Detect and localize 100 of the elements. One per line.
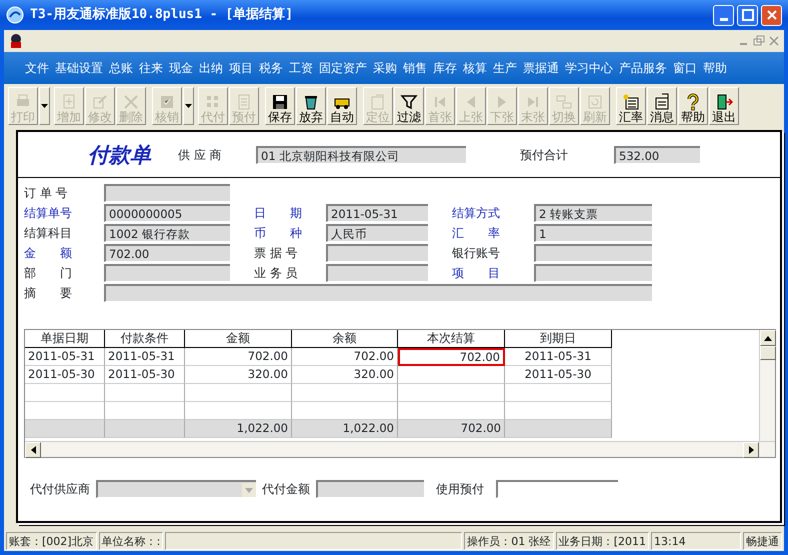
input-field[interactable]	[534, 264, 652, 282]
input-field[interactable]	[104, 284, 652, 302]
table-cell[interactable]: 2011-05-30	[105, 366, 185, 384]
scroll-up-button[interactable]	[760, 330, 776, 346]
field-label: 金 额	[24, 245, 73, 262]
toolbar-button[interactable]: 帮助	[678, 87, 708, 125]
input-field[interactable]	[326, 264, 428, 282]
input-field[interactable]	[104, 264, 230, 282]
input-field[interactable]: 0000000005	[104, 204, 230, 222]
window-title: T3-用友通标准版10.8plus1 - [单据结算]	[30, 6, 294, 24]
column-header[interactable]: 付款条件	[105, 330, 185, 348]
table-cell[interactable]: 702.00	[185, 348, 292, 366]
menu-item[interactable]: 采购	[370, 59, 400, 77]
menu-item[interactable]: 学习中心	[562, 59, 616, 77]
menu-item[interactable]: 现金	[166, 59, 196, 77]
menu-item[interactable]: 库存	[430, 59, 460, 77]
app-logo-icon	[6, 6, 24, 24]
table-cell[interactable]: 2011-05-30	[505, 366, 612, 384]
input-field[interactable]: 1002 银行存款	[104, 224, 230, 242]
column-header[interactable]: 金额	[185, 330, 292, 348]
menu-item[interactable]: 核算	[460, 59, 490, 77]
input-field[interactable]: 702.00	[104, 244, 230, 262]
menu-item[interactable]: 项目	[226, 59, 256, 77]
menu-item[interactable]: 文件	[22, 59, 52, 77]
right-arrow-icon	[748, 446, 754, 454]
menu-item[interactable]: 总账	[106, 59, 136, 77]
input-field[interactable]	[104, 184, 230, 202]
restore-icon[interactable]	[753, 35, 765, 47]
menu-item[interactable]: 出纳	[196, 59, 226, 77]
table-cell[interactable]: 2011-05-30	[25, 366, 105, 384]
close-icon[interactable]	[768, 35, 780, 47]
menu-item[interactable]: 帮助	[700, 59, 730, 77]
table-cell[interactable]: 2011-05-31	[505, 348, 612, 366]
scroll-left-button[interactable]	[25, 442, 41, 458]
scrollbar-thumb[interactable]	[760, 346, 776, 360]
menu-item[interactable]: 销售	[400, 59, 430, 77]
menu-item[interactable]: 固定资产	[316, 59, 370, 77]
prepaid-total-field[interactable]: 532.00	[614, 146, 700, 164]
up-arrow-icon	[764, 336, 772, 340]
column-header[interactable]: 余额	[292, 330, 398, 348]
form-title: 付款单	[88, 140, 152, 169]
field-label: 订 单 号	[24, 185, 69, 202]
table-cell[interactable]: 2011-05-31	[25, 348, 105, 366]
input-field[interactable]	[326, 244, 428, 262]
status-text: 13:14	[651, 532, 741, 550]
scroll-right-button[interactable]	[743, 442, 759, 458]
input-field[interactable]	[316, 480, 424, 498]
supplier-field[interactable]: 01 北京朝阳科技有限公司	[256, 146, 466, 164]
toolbar-button[interactable]: 放弃	[296, 87, 326, 125]
menu-item[interactable]: 基础设置	[52, 59, 106, 77]
toolbar-button[interactable]: 汇率	[616, 87, 646, 125]
menu-item[interactable]: 生产	[490, 59, 520, 77]
input-field[interactable]: 2 转账支票	[534, 204, 652, 222]
table-cell[interactable]: 320.00	[185, 366, 292, 384]
menu-item[interactable]: 产品服务	[616, 59, 670, 77]
table-cell[interactable]	[25, 384, 105, 402]
table-cell[interactable]: 702.00	[292, 348, 398, 366]
table-cell[interactable]	[505, 384, 612, 402]
field-label: 供 应 商	[178, 146, 223, 164]
close-button[interactable]	[761, 4, 782, 26]
toolbar-button[interactable]: 过滤	[394, 87, 424, 125]
maximize-button[interactable]	[737, 4, 758, 26]
minimize-icon	[720, 18, 728, 20]
menu-item[interactable]: 往来	[136, 59, 166, 77]
minimize-button[interactable]	[713, 4, 734, 26]
status-text: 业务日期：[2011	[556, 532, 649, 550]
field-label: 部 门	[24, 265, 73, 282]
menu-item[interactable]: 票据通	[520, 59, 562, 77]
caret-icon	[41, 104, 48, 108]
column-header[interactable]: 本次结算	[398, 330, 505, 348]
table-cell[interactable]	[185, 384, 292, 402]
table-cell[interactable]: 320.00	[292, 366, 398, 384]
input-field[interactable]: 2011-05-31	[326, 204, 428, 222]
maximize-icon	[742, 9, 754, 21]
table-cell[interactable]: 702.00	[398, 348, 505, 366]
column-header[interactable]: 到期日	[505, 330, 612, 348]
table-cell[interactable]	[398, 384, 505, 402]
table-cell[interactable]	[398, 366, 505, 384]
field-label: 摘 要	[24, 285, 73, 302]
table-cell[interactable]	[105, 384, 185, 402]
table-cell[interactable]	[292, 384, 398, 402]
field-label: 汇 率	[452, 225, 501, 242]
input-field[interactable]: 1	[534, 224, 652, 242]
field-label: 项 目	[452, 265, 501, 282]
toolbar-button[interactable]: 自动	[327, 87, 357, 125]
menu-item[interactable]: 工资	[286, 59, 316, 77]
message-icon	[653, 92, 671, 111]
field-label: 票 据 号	[254, 245, 299, 262]
menu-item[interactable]: 窗口	[670, 59, 700, 77]
input-field[interactable]	[534, 244, 652, 262]
toolbar-button[interactable]: 退出	[709, 87, 739, 125]
field-label: 结算单号	[24, 205, 73, 222]
table-cell[interactable]: 2011-05-31	[105, 348, 185, 366]
toolbar-button[interactable]: 消息	[647, 87, 677, 125]
menu-item[interactable]: 税务	[256, 59, 286, 77]
field-label: 币 种	[254, 225, 303, 242]
column-header[interactable]: 单据日期	[25, 330, 105, 348]
input-field[interactable]: 人民币	[326, 224, 428, 242]
field-label: 结算科目	[24, 225, 73, 242]
toolbar-button[interactable]: 保存	[265, 87, 295, 125]
